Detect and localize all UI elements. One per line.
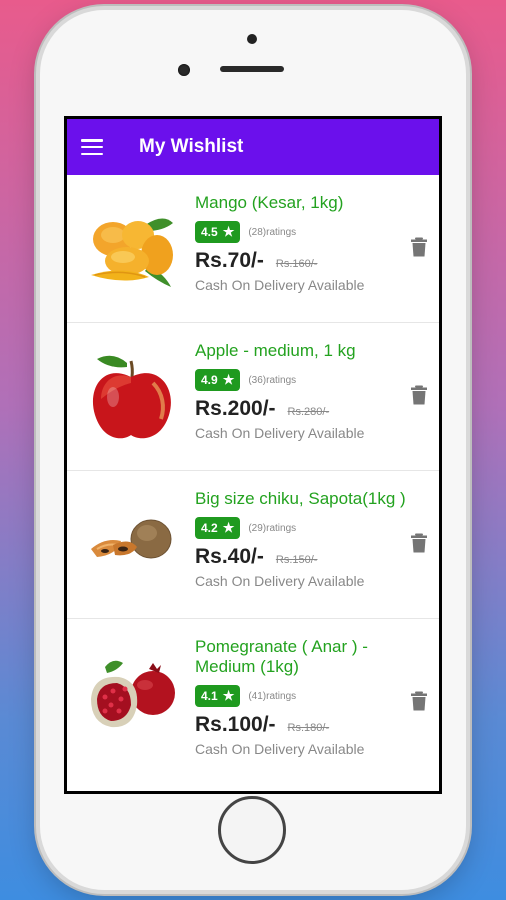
- cod-text: Cash On Delivery Available: [195, 741, 365, 757]
- ratings-count: (28)ratings: [248, 226, 297, 238]
- front-camera: [247, 34, 257, 44]
- price: Rs.40/-: [195, 545, 264, 568]
- mango-image[interactable]: [83, 201, 179, 297]
- app-screen: My Wishlist Mango (Kesar, 1kg) 4.5 ★ (28…: [67, 119, 439, 791]
- rating-row: 4.9 ★ (36)ratings: [195, 369, 421, 391]
- app-bar: My Wishlist: [67, 119, 439, 175]
- item-info: Apple - medium, 1 kg 4.9 ★ (36)ratings R…: [195, 341, 421, 441]
- page-title: My Wishlist: [139, 136, 244, 157]
- price-row: Rs.100/- Rs.180/-: [195, 713, 421, 737]
- item-info: Big size chiku, Sapota(1kg ) 4.2 ★ (29)r…: [195, 489, 421, 589]
- trash-icon[interactable]: [411, 533, 427, 553]
- original-price: Rs.160/-: [275, 258, 318, 270]
- item-info: Pomegranate ( Anar ) - Medium (1kg) 4.1 …: [195, 637, 421, 757]
- proximity-sensor: [178, 64, 190, 76]
- trash-icon[interactable]: [411, 385, 427, 405]
- phone-frame: My Wishlist Mango (Kesar, 1kg) 4.5 ★ (28…: [40, 10, 466, 890]
- trash-icon[interactable]: [411, 237, 427, 257]
- star-icon: ★: [222, 520, 235, 535]
- price-row: Rs.40/- Rs.150/-: [195, 545, 421, 569]
- rating-row: 4.1 ★ (41)ratings: [195, 685, 421, 707]
- rating-value: 4.2: [201, 521, 218, 535]
- wishlist-item[interactable]: Big size chiku, Sapota(1kg ) 4.2 ★ (29)r…: [67, 471, 439, 619]
- star-icon: ★: [222, 224, 235, 239]
- product-name[interactable]: Pomegranate ( Anar ) - Medium (1kg): [195, 637, 421, 677]
- price: Rs.100/-: [195, 713, 276, 736]
- price: Rs.200/-: [195, 397, 276, 420]
- product-name[interactable]: Mango (Kesar, 1kg): [195, 193, 421, 213]
- wishlist-item[interactable]: Apple - medium, 1 kg 4.9 ★ (36)ratings R…: [67, 323, 439, 471]
- product-name[interactable]: Apple - medium, 1 kg: [195, 341, 421, 361]
- chiku-image[interactable]: [83, 497, 179, 593]
- rating-value: 4.5: [201, 225, 218, 239]
- item-info: Mango (Kesar, 1kg) 4.5 ★ (28)ratings Rs.…: [195, 193, 421, 293]
- ratings-count: (29)ratings: [248, 522, 297, 534]
- cod-text: Cash On Delivery Available: [195, 425, 365, 441]
- rating-row: 4.2 ★ (29)ratings: [195, 517, 421, 539]
- rating-badge: 4.5 ★: [195, 221, 241, 243]
- earpiece-speaker: [220, 66, 284, 72]
- wishlist-item[interactable]: Pomegranate ( Anar ) - Medium (1kg) 4.1 …: [67, 619, 439, 779]
- cod-text: Cash On Delivery Available: [195, 573, 365, 589]
- rating-badge: 4.1 ★: [195, 685, 241, 707]
- wishlist-item[interactable]: Mango (Kesar, 1kg) 4.5 ★ (28)ratings Rs.…: [67, 175, 439, 323]
- ratings-count: (41)ratings: [248, 690, 297, 702]
- hamburger-menu-icon[interactable]: [81, 139, 103, 155]
- star-icon: ★: [222, 688, 235, 703]
- price-row: Rs.70/- Rs.160/-: [195, 249, 421, 273]
- original-price: Rs.150/-: [275, 554, 318, 566]
- cod-text: Cash On Delivery Available: [195, 277, 365, 293]
- price-row: Rs.200/- Rs.280/-: [195, 397, 421, 421]
- original-price: Rs.280/-: [287, 406, 330, 418]
- home-button[interactable]: [218, 796, 286, 864]
- pomegranate-image[interactable]: [83, 649, 179, 745]
- trash-icon[interactable]: [411, 691, 427, 711]
- rating-value: 4.1: [201, 689, 218, 703]
- rating-badge: 4.2 ★: [195, 517, 241, 539]
- phone-screen: My Wishlist Mango (Kesar, 1kg) 4.5 ★ (28…: [64, 116, 442, 794]
- rating-value: 4.9: [201, 373, 218, 387]
- ratings-count: (36)ratings: [248, 374, 297, 386]
- original-price: Rs.180/-: [287, 722, 330, 734]
- rating-badge: 4.9 ★: [195, 369, 241, 391]
- price: Rs.70/-: [195, 249, 264, 272]
- rating-row: 4.5 ★ (28)ratings: [195, 221, 421, 243]
- apple-image[interactable]: [83, 349, 179, 445]
- star-icon: ★: [222, 372, 235, 387]
- product-name[interactable]: Big size chiku, Sapota(1kg ): [195, 489, 421, 509]
